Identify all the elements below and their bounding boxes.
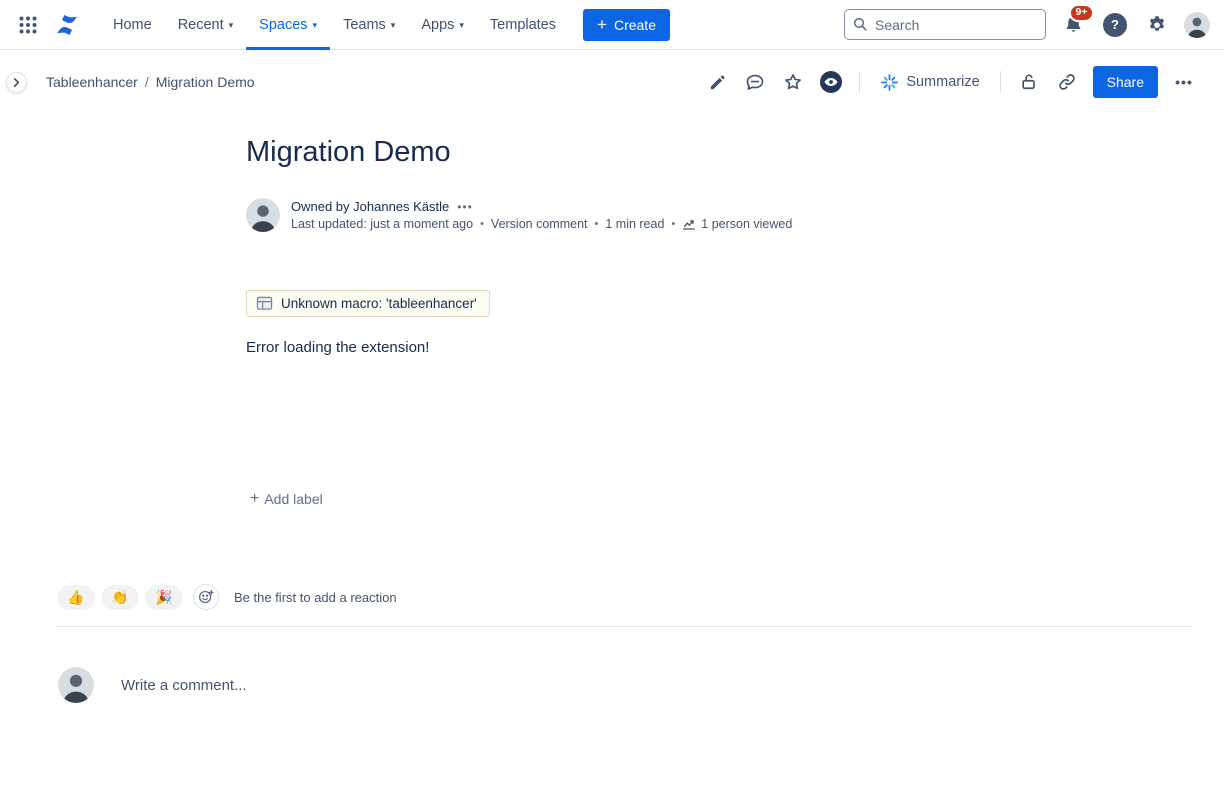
version-comment: Version comment [491,217,588,231]
restrictions-button[interactable] [1013,66,1045,98]
link-icon [1057,72,1077,92]
byline: Owned by Johannes Kästle ••• Last update… [246,198,986,232]
nav-item-label: Recent [178,17,224,33]
nav-item-recent[interactable]: Recent ▾ [165,0,246,50]
page-actions: Summarize Share ••• [701,66,1200,98]
edit-button[interactable] [701,66,733,98]
breadcrumb: Tableenhancer / Migration Demo [46,74,255,90]
nav-item-label: Templates [490,17,556,33]
page-content: Migration Demo Owned by Johannes Kästle … [0,134,1224,703]
owner-line: Owned by Johannes Kästle [291,199,449,214]
eye-icon [819,70,843,94]
create-button-label: Create [614,17,656,33]
nav-item-apps[interactable]: Apps ▾ [408,0,477,50]
divider [1000,71,1001,93]
reaction-thumbs-up-button[interactable]: 👍 [57,585,95,610]
owner-avatar [246,198,280,232]
plus-icon: + [250,490,259,508]
chevron-down-icon: ▾ [313,20,318,31]
user-avatar[interactable] [1184,12,1210,38]
create-button[interactable]: + Create [583,9,670,41]
sparkle-icon [880,73,899,92]
gear-icon [1146,14,1168,36]
watch-button[interactable] [815,66,847,98]
comment-placeholder: Write a comment... [121,677,247,694]
add-reaction-button[interactable] [193,584,219,610]
add-emoji-icon [198,589,214,605]
nav-item-home[interactable]: Home [100,0,165,50]
breadcrumb-page-link[interactable]: Migration Demo [156,74,255,90]
add-label-text: Add label [264,491,322,507]
star-icon [783,72,803,92]
thumbs-up-emoji: 👍 [67,589,84,606]
notifications-button[interactable]: 9+ [1058,10,1088,40]
macro-error-text: Unknown macro: 'tableenhancer' [281,296,477,311]
page-footer: 👍 👏 🎉 Be the first to [57,584,1193,703]
search-box [844,9,1046,40]
copy-link-button[interactable] [1051,66,1083,98]
reaction-prompt: Be the first to add a reaction [234,590,397,605]
expand-sidebar-button[interactable] [6,72,27,93]
read-time: 1 min read [605,217,664,231]
extension-error-text: Error loading the extension! [246,339,986,356]
unknown-macro-placeholder: Unknown macro: 'tableenhancer' [246,290,490,317]
comment-composer[interactable]: Write a comment... [57,667,1193,703]
pencil-icon [708,73,727,92]
breadcrumb-space-link[interactable]: Tableenhancer [46,74,138,90]
nav-item-label: Home [113,17,152,33]
nav-item-templates[interactable]: Templates [477,0,569,50]
summarize-button[interactable]: Summarize [872,66,987,98]
comment-bubble-icon [745,72,765,92]
chevron-down-icon: ▾ [459,20,464,31]
star-button[interactable] [777,66,809,98]
breadcrumb-separator: / [145,74,149,90]
add-label-button[interactable]: + Add label [246,488,327,510]
search-input[interactable] [844,9,1046,40]
dot-separator: • [671,218,675,230]
nav-item-label: Spaces [259,17,307,33]
owner-more-icon[interactable]: ••• [457,200,473,214]
people-viewed[interactable]: 1 person viewed [682,217,792,231]
current-user-avatar [58,667,94,703]
share-button[interactable]: Share [1093,66,1158,98]
primary-nav: Home Recent ▾ Spaces ▾ Teams ▾ Apps ▾ Te… [100,0,569,50]
nav-item-label: Teams [343,17,386,33]
more-actions-button[interactable]: ••• [1168,66,1200,98]
chevron-down-icon: ▾ [229,20,234,31]
nav-item-spaces[interactable]: Spaces ▾ [246,0,330,50]
analytics-icon [682,218,696,231]
summarize-label: Summarize [906,74,979,90]
help-button[interactable]: ? [1100,10,1130,40]
breadcrumb-bar: Tableenhancer / Migration Demo [0,50,1224,114]
more-horizontal-icon: ••• [1175,74,1193,90]
divider [57,626,1193,627]
settings-button[interactable] [1142,10,1172,40]
reaction-clap-button[interactable]: 👏 [101,585,139,610]
divider [859,71,860,93]
page-title: Migration Demo [246,134,986,170]
app-grid-icon[interactable] [12,9,44,41]
notification-badge: 9+ [1069,4,1094,23]
top-navbar: Home Recent ▾ Spaces ▾ Teams ▾ Apps ▾ Te… [0,0,1224,50]
nav-item-label: Apps [421,17,454,33]
chevron-down-icon: ▾ [391,20,396,31]
last-updated[interactable]: Last updated: just a moment ago [291,217,473,231]
unlock-icon [1019,72,1039,92]
help-icon: ? [1103,13,1127,37]
search-icon [852,16,868,32]
reactions-bar: 👍 👏 🎉 Be the first to [57,584,1193,610]
dot-separator: • [595,218,599,230]
party-popper-emoji: 🎉 [155,589,172,606]
clap-emoji: 👏 [111,589,128,606]
nav-item-teams[interactable]: Teams ▾ [330,0,408,50]
macro-icon [256,296,273,311]
reaction-party-button[interactable]: 🎉 [145,585,183,610]
navbar-right: 9+ ? [844,9,1210,40]
dot-separator: • [480,218,484,230]
confluence-logo-icon[interactable] [52,10,82,40]
comment-button[interactable] [739,66,771,98]
plus-icon: + [597,15,607,35]
